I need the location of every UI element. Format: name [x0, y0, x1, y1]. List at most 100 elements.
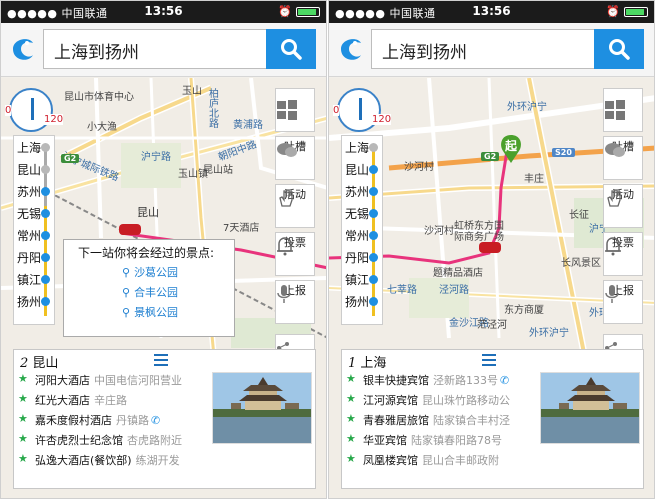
hotel-name: 河阳大酒店	[35, 374, 90, 387]
hotel-item[interactable]: ★ 华亚宾馆 陆家镇春阳路78号	[346, 430, 536, 450]
windows-button[interactable]	[603, 88, 643, 132]
station-dot	[41, 297, 50, 306]
station-item[interactable]: 常州	[342, 224, 384, 246]
map-label: 沪宁路	[141, 152, 171, 163]
station-name: 丹阳	[345, 251, 370, 265]
hotel-item[interactable]: ★ 红光大酒店 辛庄路	[18, 390, 208, 410]
station-item[interactable]: 丹阳	[342, 246, 384, 268]
search-icon	[609, 39, 630, 60]
highway-shield: S20	[552, 148, 575, 157]
map-view[interactable]: 昆山市体育中心 小大渔 玉山 柏庐北路 黄浦路 沪宁路 朝阳中路 玉山镇 昆山站…	[1, 78, 326, 498]
station-item[interactable]: 无锡	[342, 202, 384, 224]
station-item[interactable]: 苏州	[14, 180, 56, 202]
hotel-item[interactable]: ★ 嘉禾度假村酒店 丹镇路 ✆	[18, 410, 208, 430]
search-input[interactable]: 上海到扬州	[43, 29, 278, 69]
vote-button[interactable]: 投票	[603, 232, 643, 276]
station-name: 苏州	[345, 185, 370, 199]
city-photo[interactable]	[540, 372, 640, 444]
location-pin-icon: ⚲	[122, 305, 131, 319]
star-icon: ★	[346, 412, 356, 425]
city-photo[interactable]	[212, 372, 312, 444]
speed-max: 120	[372, 114, 392, 125]
star-icon: ★	[346, 452, 356, 465]
search-button[interactable]	[594, 29, 644, 69]
bell-icon	[277, 237, 293, 256]
map-label: 黄浦路	[233, 120, 263, 131]
phone-icon[interactable]: ✆	[151, 414, 160, 427]
phone-screen-left: ●●●●● 中国联通 13:56 ⏰ 上海到扬州 昆山市体育中心 小大渔 玉山 …	[0, 0, 327, 499]
map-label: 沙河村	[404, 162, 434, 173]
station-name: 昆山	[17, 163, 42, 177]
hotel-item[interactable]: ★ 河阳大酒店 中国电信河阳营业	[18, 370, 208, 390]
attraction-link[interactable]: ⚲ 景枫公园	[122, 304, 178, 320]
battery-icon	[296, 6, 320, 17]
hotel-address: 昆山合丰邮政附	[422, 454, 499, 467]
map-label: 长风景区	[561, 258, 601, 269]
hotel-address: 中国电信河阳营业	[94, 374, 182, 387]
comment-button[interactable]: 吐槽	[275, 136, 315, 180]
map-view[interactable]: 外环沪宁 沙河村 丰庄 长征 沙河村 虹桥东方国际商务广场 长风景区 题精品酒店…	[329, 78, 654, 498]
hotel-address: 陆家镇合丰村泾	[433, 414, 510, 427]
station-item[interactable]: 扬州	[14, 290, 56, 312]
attraction-name: 景枫公园	[134, 306, 179, 319]
bell-icon	[605, 237, 621, 256]
station-item[interactable]: 昆山	[342, 158, 384, 180]
search-button[interactable]	[266, 29, 316, 69]
panel-title: 2 昆山	[20, 352, 58, 371]
hotel-item[interactable]: ★ 青春雅居旅馆 陆家镇合丰村泾	[346, 410, 536, 430]
report-button[interactable]: 上报	[275, 280, 315, 324]
station-list: 上海 昆山 苏州 无锡 常州 丹阳 镇江 扬州	[13, 135, 55, 325]
hotel-item[interactable]: ★ 许杏虎烈士纪念馆 杏虎路附近	[18, 430, 208, 450]
chat-bubble-icon	[277, 143, 297, 157]
hotel-item[interactable]: ★ 弘逸大酒店(餐饮部) 练湖开发	[18, 450, 208, 470]
app-logo-icon[interactable]	[335, 33, 365, 63]
station-name: 无锡	[345, 207, 370, 221]
attraction-link[interactable]: ⚲ 合丰公园	[122, 284, 178, 300]
station-item[interactable]: 丹阳	[14, 246, 56, 268]
station-list: 上海 昆山 苏州 无锡 常州 丹阳 镇江 扬州	[341, 135, 383, 325]
hotel-name: 红光大酒店	[35, 394, 90, 407]
highway-shield: G2	[61, 154, 80, 163]
station-dot	[369, 253, 378, 262]
speed-needle	[359, 98, 362, 120]
menu-icon[interactable]	[154, 354, 168, 366]
station-name: 上海	[17, 141, 42, 155]
clock: 13:56	[144, 4, 183, 18]
star-icon: ★	[346, 392, 356, 405]
station-item[interactable]: 镇江	[342, 268, 384, 290]
station-item[interactable]: 镇江	[14, 268, 56, 290]
vote-button[interactable]: 投票	[275, 232, 315, 276]
app-logo-icon[interactable]	[7, 33, 37, 63]
hotel-item[interactable]: ★ 江河源宾馆 昆山珠竹路移动公	[346, 390, 536, 410]
hotel-item[interactable]: ★ 凤凰楼宾馆 昆山合丰邮政附	[346, 450, 536, 470]
search-input[interactable]: 上海到扬州	[371, 29, 606, 69]
menu-icon[interactable]	[482, 354, 496, 366]
hotel-item[interactable]: ★ 银丰快捷宾馆 泾新路133号 ✆	[346, 370, 536, 390]
speed-min: 0	[5, 105, 12, 116]
activity-button[interactable]: 活动	[275, 184, 315, 228]
start-marker[interactable]: 起	[499, 133, 523, 163]
hotel-address: 丹镇路	[116, 414, 149, 427]
windows-icon	[605, 100, 625, 120]
star-icon: ★	[18, 372, 28, 385]
windows-button[interactable]	[275, 88, 315, 132]
comment-button[interactable]: 吐槽	[603, 136, 643, 180]
star-icon: ★	[18, 412, 28, 425]
station-item[interactable]: 上海	[14, 136, 56, 158]
station-item[interactable]: 昆山	[14, 158, 56, 180]
location-pin-icon: ⚲	[122, 285, 131, 299]
hotel-name: 凤凰楼宾馆	[363, 454, 418, 467]
station-item[interactable]: 无锡	[14, 202, 56, 224]
station-item[interactable]: 苏州	[342, 180, 384, 202]
station-item[interactable]: 上海	[342, 136, 384, 158]
star-icon: ★	[346, 372, 356, 385]
attraction-name: 沙葛公园	[134, 266, 179, 279]
activity-button[interactable]: 活动	[603, 184, 643, 228]
station-item[interactable]: 扬州	[342, 290, 384, 312]
report-button[interactable]: 上报	[603, 280, 643, 324]
phone-icon[interactable]: ✆	[500, 374, 509, 387]
attraction-link[interactable]: ⚲ 沙葛公园	[122, 264, 178, 280]
station-item[interactable]: 常州	[14, 224, 56, 246]
star-icon: ★	[18, 452, 28, 465]
speedometer: 0 120	[333, 88, 392, 132]
